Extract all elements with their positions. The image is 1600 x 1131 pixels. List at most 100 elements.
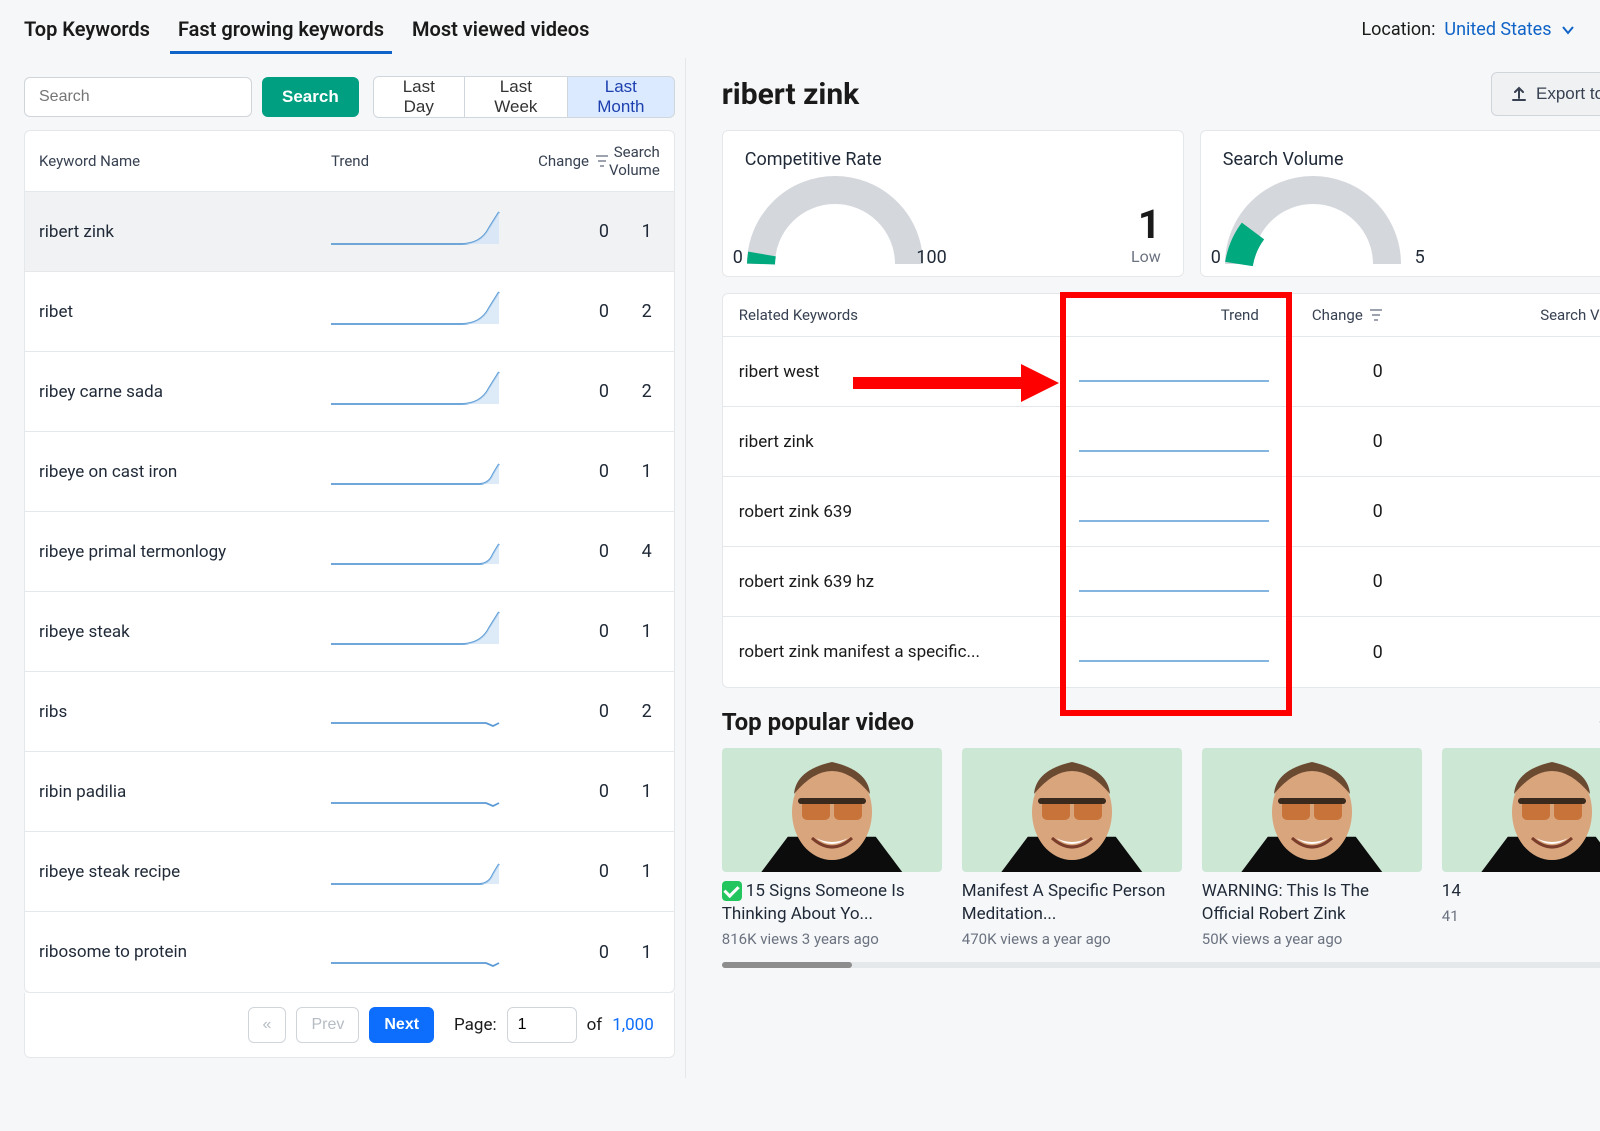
tabs-row: Top Keywords Fast growing keywords Most … (0, 0, 1600, 58)
table-row[interactable]: ribosome to protein 01 (25, 912, 674, 992)
change-cell: 0 (511, 701, 609, 722)
volume-cell: 1 (609, 942, 660, 963)
video-card[interactable]: Manifest A Specific Person Meditation...… (962, 748, 1182, 948)
volume-cell: 2 (609, 381, 660, 402)
video-thumbnail[interactable] (1202, 748, 1422, 872)
volume-gauge: 0 5 (1223, 176, 1403, 266)
trend-sparkline (331, 532, 511, 572)
pager-page-input[interactable] (507, 1007, 577, 1043)
competitive-value: 1 (1131, 205, 1161, 245)
volume-cell: 1 (1383, 361, 1600, 382)
volume-cell: 1 (609, 221, 660, 242)
search-button[interactable]: Search (262, 77, 359, 117)
volume-cell: 2 (609, 701, 660, 722)
related-keywords-table: Related Keywords Trend Change Search Vol… (722, 293, 1600, 688)
keyword-cell: ribosome to protein (39, 942, 331, 962)
change-cell: 0 (511, 942, 609, 963)
change-cell: 0 (511, 621, 609, 642)
carousel-scrollbar[interactable] (722, 962, 1600, 968)
keyword-title: ribert zink (722, 77, 859, 112)
competitive-gauge: 0 100 (745, 176, 925, 266)
change-cell: 0 (1279, 501, 1383, 522)
seg-last-month[interactable]: Last Month (568, 77, 674, 117)
change-cell: 0 (511, 541, 609, 562)
volume-cell: 1 (609, 621, 660, 642)
col-change[interactable]: Change (511, 152, 609, 170)
seg-last-week[interactable]: Last Week (465, 77, 568, 117)
pager-next[interactable]: Next (369, 1007, 434, 1043)
tab-most-viewed[interactable]: Most viewed videos (412, 5, 589, 53)
table-row[interactable]: robert zink 639 hz01 (723, 547, 1600, 617)
video-card[interactable]: WARNING: This Is The Official Robert Zin… (1202, 748, 1422, 948)
keyword-cell: ribeye primal termonlogy (39, 542, 331, 562)
change-cell: 0 (1279, 571, 1383, 592)
video-card[interactable]: 15 Signs Someone Is Thinking About Yo...… (722, 748, 942, 948)
video-meta: 50K views a year ago (1202, 930, 1422, 948)
videos-prev-icon[interactable] (1594, 710, 1600, 734)
time-range-segment: Last Day Last Week Last Month (373, 76, 675, 118)
keyword-cell: robert zink 639 hz (739, 572, 1069, 592)
col-search-volume[interactable]: Search Volume (609, 143, 660, 179)
table-row[interactable]: ribin padilia01 (25, 752, 674, 832)
change-cell: 0 (1279, 431, 1383, 452)
trend-sparkline (331, 852, 511, 892)
trend-sparkline (1069, 357, 1279, 387)
volume-cell: 1 (1383, 501, 1600, 522)
table-row[interactable]: ribey carne sada02 (25, 352, 674, 432)
keyword-cell: ribs (39, 702, 331, 722)
competitive-label: Low (1131, 247, 1161, 266)
table-row[interactable]: robert zink manifest a specific...01 (723, 617, 1600, 687)
tab-fast-growing[interactable]: Fast growing keywords (178, 5, 384, 53)
video-meta: 816K views 3 years ago (722, 930, 942, 948)
table-row[interactable]: ribet02 (25, 272, 674, 352)
table-row[interactable]: ribert zink01 (723, 407, 1600, 477)
video-card[interactable]: 1441 (1442, 748, 1600, 948)
trend-sparkline (331, 372, 511, 412)
col-keyword-name[interactable]: Keyword Name (39, 152, 331, 170)
keyword-cell: ribeye steak (39, 622, 331, 642)
change-cell: 0 (511, 221, 609, 242)
video-carousel[interactable]: 15 Signs Someone Is Thinking About Yo...… (722, 748, 1600, 948)
table-row[interactable]: ribs 02 (25, 672, 674, 752)
table-row[interactable]: ribeye primal termonlogy04 (25, 512, 674, 592)
col-related-volume[interactable]: Search Volume (1383, 306, 1600, 324)
location-selector[interactable]: United States (1444, 19, 1576, 40)
video-thumbnail[interactable] (1442, 748, 1600, 872)
col-related-trend[interactable]: Trend (1069, 306, 1279, 324)
table-row[interactable]: ribert zink01 (25, 192, 674, 272)
table-row[interactable]: robert zink 639 01 (723, 477, 1600, 547)
pager-prev[interactable]: Prev (296, 1007, 359, 1043)
keyword-cell: robert zink manifest a specific... (739, 642, 1069, 662)
table-row[interactable]: ribeye steak 01 (25, 592, 674, 672)
trend-sparkline (1069, 637, 1279, 667)
competitive-rate-card: Competitive Rate 0 100 1 Low (722, 130, 1184, 277)
keyword-cell: ribeye steak recipe (39, 862, 331, 882)
location-label: Location: United States (1361, 19, 1576, 40)
volume-cell: 1 (609, 861, 660, 882)
tab-top-keywords[interactable]: Top Keywords (24, 5, 150, 53)
col-trend[interactable]: Trend (331, 152, 511, 170)
card-title: Search Volume (1223, 149, 1600, 170)
video-thumbnail[interactable] (962, 748, 1182, 872)
video-title: 14 (1442, 880, 1600, 903)
col-related-change[interactable]: Change (1279, 306, 1383, 324)
export-pdf-button[interactable]: Export to PDF (1491, 72, 1600, 116)
video-thumbnail[interactable] (722, 748, 942, 872)
volume-cell: 1 (1383, 431, 1600, 452)
keyword-cell: robert zink 639 (739, 502, 1069, 522)
table-row[interactable]: ribeye steak recipe01 (25, 832, 674, 912)
table-row[interactable]: ribeye on cast iron01 (25, 432, 674, 512)
pager-first[interactable]: « (248, 1007, 287, 1043)
col-related-keywords[interactable]: Related Keywords (739, 306, 1069, 324)
pager-total[interactable]: 1,000 (612, 1015, 654, 1035)
search-input[interactable] (24, 77, 252, 117)
change-cell: 0 (511, 381, 609, 402)
seg-last-day[interactable]: Last Day (374, 77, 465, 117)
video-meta: 470K views a year ago (962, 930, 1182, 948)
search-volume-card: Search Volume 0 5 1 Low (1200, 130, 1600, 277)
keyword-cell: ribeye on cast iron (39, 462, 331, 482)
table-row[interactable]: ribert west01 (723, 337, 1600, 407)
video-meta: 41 (1442, 907, 1600, 925)
checkmark-icon (722, 881, 742, 901)
volume-cell: 1 (609, 781, 660, 802)
